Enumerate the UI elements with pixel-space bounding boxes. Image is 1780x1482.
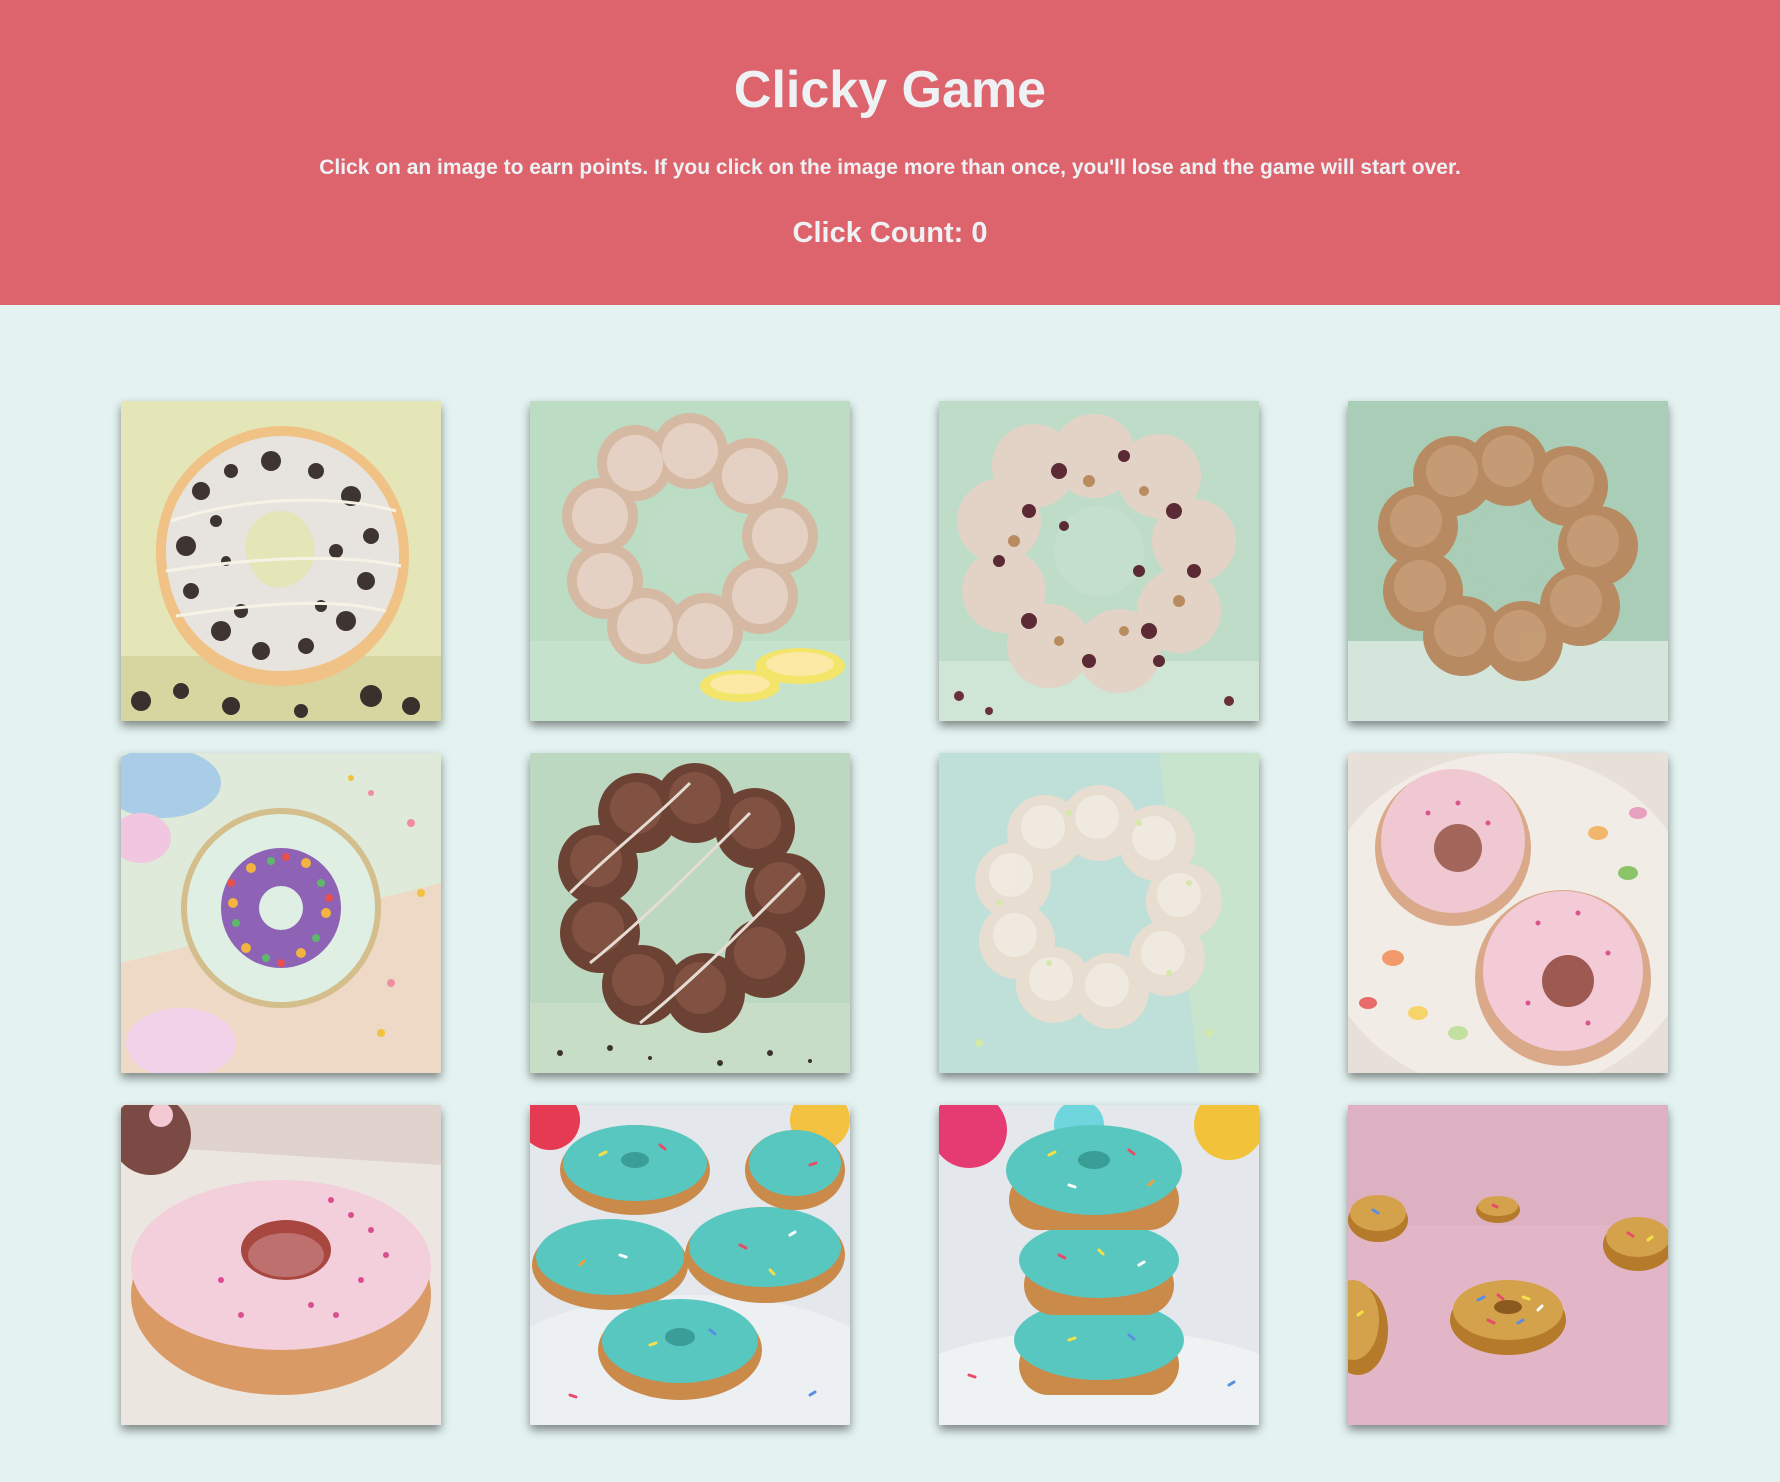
- donut-image-cinnamon-sugar: [1348, 401, 1668, 721]
- donut-image-teal-stack: [939, 1105, 1259, 1425]
- donut-card-teal-pile[interactable]: [530, 1105, 850, 1425]
- header: Clicky Game Click on an image to earn po…: [0, 0, 1780, 305]
- donut-image-lemon-glazed: [530, 401, 850, 721]
- donut-card-chocolate-drizzle[interactable]: [530, 753, 850, 1073]
- donut-image-pink-cruller: [121, 1105, 441, 1425]
- donut-image-matcha-sugar: [939, 753, 1259, 1073]
- donut-card-cookies-cream[interactable]: [121, 401, 441, 721]
- donut-image-nut-topped: [939, 401, 1259, 721]
- page-title: Clicky Game: [733, 61, 1047, 119]
- donut-image-teal-pile: [530, 1105, 850, 1425]
- donut-card-nut-topped[interactable]: [939, 401, 1259, 721]
- donut-card-lemon-glazed[interactable]: [530, 401, 850, 721]
- donut-card-pink-cruller[interactable]: [121, 1105, 441, 1425]
- donut-card-gold-on-pink[interactable]: [1348, 1105, 1668, 1425]
- donut-card-pink-crullers[interactable]: [1348, 753, 1668, 1073]
- donut-image-pink-crullers: [1348, 753, 1668, 1073]
- donut-image-cookies-cream: [121, 401, 441, 721]
- donut-image-purple-cereal: [121, 753, 441, 1073]
- instructions-text: Click on an image to earn points. If you…: [319, 156, 1461, 179]
- image-grid: [121, 401, 1669, 1425]
- donut-card-matcha-sugar[interactable]: [939, 753, 1259, 1073]
- donut-card-purple-cereal[interactable]: [121, 753, 441, 1073]
- donut-card-cinnamon-sugar[interactable]: [1348, 401, 1668, 721]
- donut-image-gold-on-pink: [1348, 1105, 1668, 1425]
- donut-card-teal-stack[interactable]: [939, 1105, 1259, 1425]
- click-count: Click Count: 0: [792, 217, 988, 249]
- donut-image-chocolate-drizzle: [530, 753, 850, 1073]
